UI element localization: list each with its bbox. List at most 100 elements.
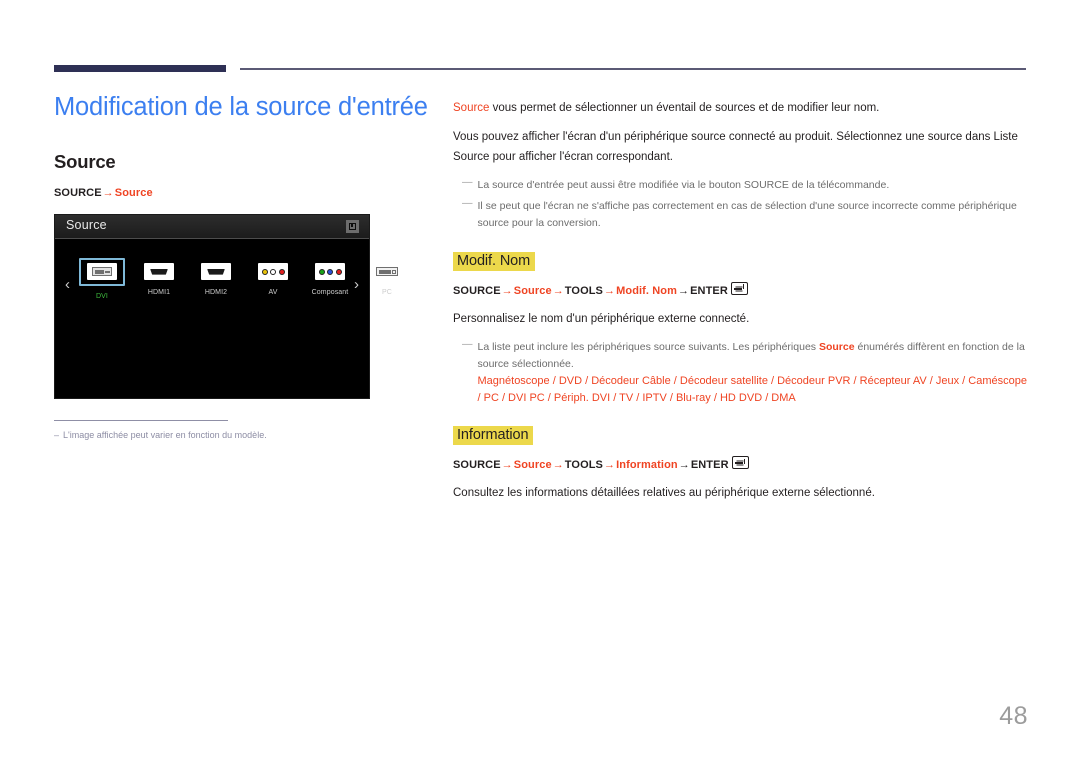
pc-connector: [376, 267, 398, 277]
source-prev-arrow-icon[interactable]: ‹: [65, 277, 70, 292]
note-dash-icon: –: [54, 429, 60, 440]
breadcrumb-p1: SOURCE: [453, 459, 501, 472]
av-jack-yellow: [261, 268, 268, 275]
note-text: Il se peut que l'écran ne s'affiche pas …: [477, 199, 1017, 229]
source-item-hdmi1[interactable]: HDMI1: [138, 260, 180, 300]
breadcrumb-modif-nom: SOURCE→Source→TOOLS→Modif. Nom→ENTER: [453, 281, 1028, 297]
breadcrumb-information: SOURCE→Source→TOOLS→Information→ENTER: [453, 456, 1028, 471]
composant-jack-green: [318, 268, 325, 275]
source-label-av: AV: [268, 288, 278, 296]
av-jacks: [261, 268, 285, 275]
source-label-hdmi1: HDMI1: [147, 288, 171, 296]
source-item-dvi[interactable]: DVI: [79, 257, 125, 300]
tv-source-panel: Source ‹ › DVI HDMI1 HDMI2 AV Composant …: [54, 213, 402, 399]
breadcrumb-arrow-icon: →: [552, 284, 564, 297]
page-number: 48: [999, 702, 1028, 730]
source-label-composant: Composant: [311, 288, 349, 296]
left-column: Modification de la source d'entrée Sourc…: [54, 92, 428, 442]
device-list-line-1: Magnétoscope / DVD / Décodeur Câble / Dé…: [477, 375, 1027, 388]
information-description: Consultez les informations détaillées re…: [453, 487, 875, 500]
breadcrumb-p2: Source: [513, 459, 552, 472]
header-rule-thick: [54, 65, 226, 72]
composant-jacks: [318, 268, 342, 275]
image-note: – L'image affichée peut varier en foncti…: [54, 429, 354, 442]
device-list: Magnétoscope / DVD / Décodeur Câble / Dé…: [478, 373, 1029, 406]
section-heading-modif-nom: Modif. Nom: [453, 251, 536, 271]
breadcrumb-arrow-icon: →: [604, 459, 616, 472]
av-plate: [258, 263, 288, 281]
source-list: DVI HDMI1 HDMI2 AV Composant PC: [79, 257, 408, 300]
breadcrumb-p1: SOURCE: [453, 284, 501, 297]
header-rules: [0, 0, 1080, 80]
section-modif-nom: Modif. Nom SOURCE→Source→TOOLS→Modif. No…: [453, 251, 1029, 406]
composant-plate: [315, 263, 345, 281]
header-rule-thin: [240, 68, 1026, 70]
pc-plate: [372, 263, 402, 281]
tv-panel-body: ‹ › DVI HDMI1 HDMI2 AV Composant PC: [55, 239, 402, 399]
dvi-port-icon: [79, 257, 125, 286]
av-jack-white: [270, 268, 276, 275]
note-dash-icon: —: [462, 338, 473, 351]
description-paragraph: Vous pouvez afficher l'écran d'un périph…: [453, 131, 1018, 163]
breadcrumb-arrow-icon: →: [604, 284, 616, 297]
breadcrumb-p4: Information: [616, 459, 678, 472]
page-title: Modification de la source d'entrée: [54, 93, 428, 121]
breadcrumb-p5: ENTER: [690, 284, 728, 297]
breadcrumb-source: SOURCE→Source: [54, 187, 426, 199]
source-item-av[interactable]: AV: [252, 260, 294, 300]
breadcrumb-p2: Source: [513, 284, 552, 297]
enter-key-icon: [730, 281, 748, 295]
intro-paragraph: Source vous permet de sélectionner un év…: [453, 99, 1028, 118]
note-item: — La source d'entrée peut aussi être mod…: [453, 175, 1028, 194]
composant-jack-red: [335, 268, 342, 275]
hdmi2-connector: [207, 268, 225, 275]
av-jack-red: [278, 268, 285, 275]
source-item-hdmi2[interactable]: HDMI2: [195, 260, 237, 300]
intro-lead-rest: vous permet de sélectionner un éventail …: [489, 102, 880, 114]
breadcrumb-p3: TOOLS: [564, 284, 603, 297]
source-label-hdmi2: HDMI2: [204, 288, 228, 296]
source-label-dvi: DVI: [96, 292, 108, 300]
intro-lead-term: Source: [453, 102, 490, 114]
right-column: Source vous permet de sélectionner un év…: [453, 99, 1028, 514]
section-title-source: Source: [54, 150, 116, 172]
source-label-pc: PC: [382, 288, 392, 296]
note-dash-icon: —: [462, 175, 473, 188]
image-note-block: – L'image affichée peut varier en foncti…: [54, 419, 354, 442]
hdmi-port-icon: [195, 260, 237, 284]
note-text-pre: La liste peut inclure les périphériques …: [477, 341, 819, 354]
breadcrumb-p5: ENTER: [690, 459, 729, 472]
vga-port-icon: [366, 260, 408, 284]
component-rca-icon: [309, 260, 351, 284]
note-text: La source d'entrée peut aussi être modif…: [477, 178, 890, 191]
dvi-plate: [87, 263, 117, 281]
enter-key-icon: [731, 456, 749, 470]
breadcrumb-arrow-icon: →: [501, 284, 513, 297]
image-note-text: L'image affichée peut varier en fonction…: [63, 429, 267, 440]
note-dash-icon: —: [462, 196, 473, 209]
hdmi-port-icon: [138, 260, 180, 284]
breadcrumb-arrow-icon: →: [552, 459, 564, 472]
tools-icon[interactable]: [346, 219, 359, 233]
tv-panel-header: Source: [55, 214, 369, 239]
image-note-divider: [54, 419, 228, 421]
note-text-wrapper: La liste peut inclure les périphériques …: [478, 339, 1029, 406]
hdmi1-plate: [144, 263, 174, 281]
breadcrumb-p3: TOOLS: [564, 459, 603, 472]
hdmi1-connector: [150, 268, 168, 275]
dvi-connector: [92, 267, 112, 277]
av-rca-icon: [252, 260, 294, 284]
breadcrumb-root: SOURCE: [54, 186, 102, 199]
breadcrumb-target: Source: [114, 186, 153, 199]
hdmi2-plate: [201, 263, 231, 281]
note-item: — La liste peut inclure les périphérique…: [453, 338, 1029, 406]
section-heading-information: Information: [453, 426, 534, 446]
breadcrumb-arrow-icon: →: [678, 284, 690, 297]
note-text-highlight: Source: [818, 341, 855, 354]
source-item-composant[interactable]: Composant: [309, 260, 351, 300]
breadcrumb-arrow-icon: →: [678, 459, 690, 472]
breadcrumb-arrow-icon: →: [102, 186, 114, 199]
source-item-pc[interactable]: PC: [366, 260, 408, 300]
note-item: — Il se peut que l'écran ne s'affiche pa…: [453, 196, 1028, 232]
modif-nom-description: Personnalisez le nom d'un périphérique e…: [453, 312, 750, 325]
